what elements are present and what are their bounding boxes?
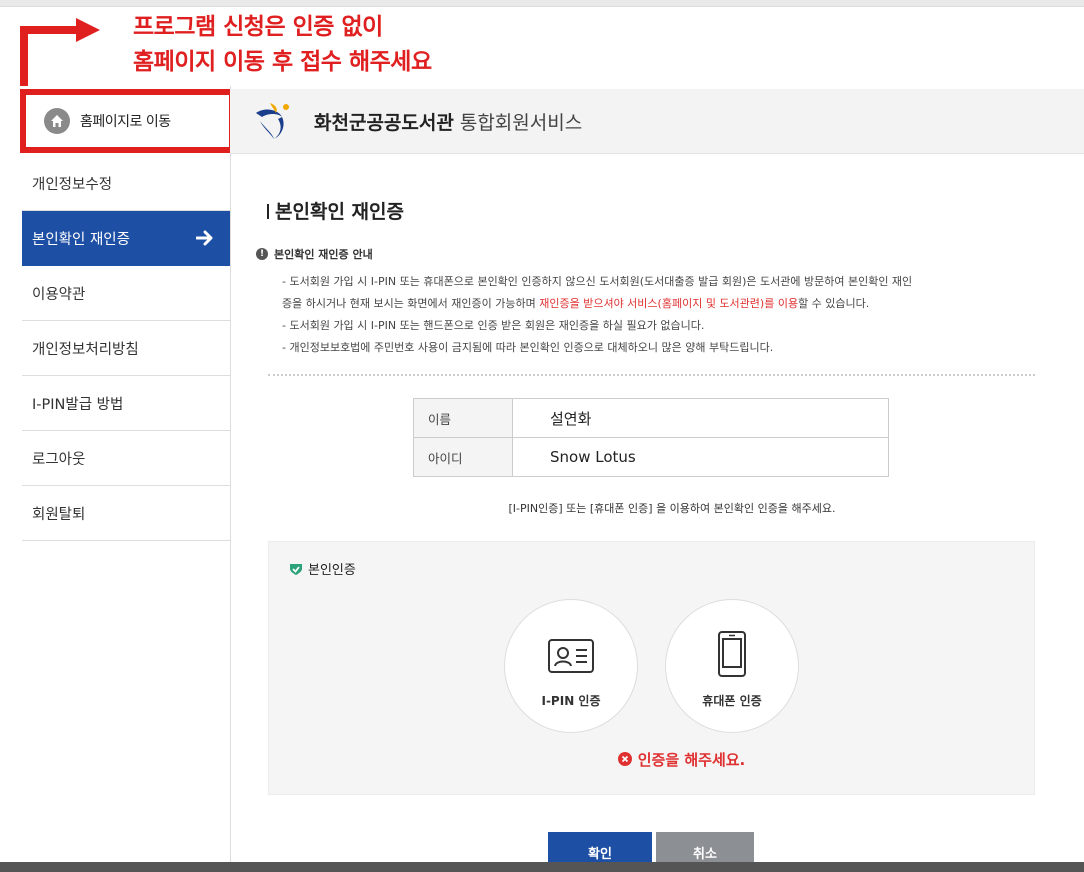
- site-header: 화천군공공도서관 통합회원서비스: [230, 89, 1084, 154]
- verification-title: 본인인증: [288, 559, 356, 578]
- name-label: 이름: [413, 398, 513, 438]
- error-icon: [617, 752, 632, 766]
- guide-title: ! 본인확인 재인증 안내: [256, 246, 373, 262]
- sidebar-item-logout[interactable]: 로그아웃: [22, 431, 230, 486]
- title-bar: [267, 204, 269, 219]
- main-content: 본인확인 재인증 ! 본인확인 재인증 안내 - 도서회원 가입 시 I-PIN…: [230, 153, 1084, 872]
- info-icon: !: [256, 248, 268, 260]
- phone-verify-button[interactable]: 휴대폰 인증: [665, 599, 799, 733]
- library-logo[interactable]: [252, 99, 296, 143]
- dotted-divider: [268, 374, 1035, 376]
- notice-line-1: 프로그램 신청은 인증 없이: [133, 14, 383, 40]
- service-name: 통합회원서비스: [459, 111, 583, 134]
- sidebar-item-label: I-PIN발급 방법: [32, 396, 124, 413]
- sidebar-item-label: 이용약관: [32, 286, 86, 303]
- guide-title-text: 본인확인 재인증 안내: [274, 248, 373, 261]
- annotation-notice: 프로그램 신청은 인증 없이 홈페이지 이동 후 접수 해주세요: [133, 10, 432, 80]
- sidebar-menu: 개인정보수정 본인확인 재인증 이용약관 개인정보처리방침 I-PIN발급 방법…: [22, 156, 230, 541]
- id-value: Snow Lotus: [512, 437, 889, 477]
- guide-line: 할 수 있습니다.: [798, 297, 870, 310]
- sidebar-item-label: 로그아웃: [32, 451, 86, 468]
- sidebar-item-profile-edit[interactable]: 개인정보수정: [22, 156, 230, 211]
- verification-error: 인증을 해주세요.: [269, 749, 1034, 770]
- guide-line: - 도서회원 가입 시 I-PIN 또는 휴대폰으로 본인확인 인증하지 않으신…: [282, 275, 913, 288]
- sidebar-item-privacy-policy[interactable]: 개인정보처리방침: [22, 321, 230, 376]
- verification-panel: 본인인증 I-PIN 인증 휴대폰 인증 인증을 해주세요.: [268, 541, 1035, 795]
- sidebar-item-terms[interactable]: 이용약관: [22, 266, 230, 321]
- window-bottom-bar: [0, 862, 1084, 872]
- sidebar-item-ipin-guide[interactable]: I-PIN발급 방법: [22, 376, 230, 431]
- red-arrow-annotation: [20, 18, 100, 92]
- id-card-icon: [548, 639, 594, 673]
- sidebar-item-reverification[interactable]: 본인확인 재인증: [22, 211, 230, 266]
- table-row: 아이디 Snow Lotus: [413, 437, 889, 477]
- page-title: 본인확인 재인증: [267, 197, 404, 224]
- sidebar-item-label: 개인정보수정: [32, 176, 113, 193]
- home-button-label: 홈페이지로 이동: [80, 114, 171, 130]
- verification-title-text: 본인인증: [308, 563, 356, 578]
- sidebar-item-label: 회원탈퇴: [32, 506, 86, 523]
- notice-line-2: 홈페이지 이동 후 접수 해주세요: [133, 49, 432, 75]
- sidebar-item-label: 개인정보처리방침: [32, 341, 139, 358]
- phone-label: 휴대폰 인증: [702, 694, 762, 708]
- verify-instruction: [I-PIN인증] 또는 [휴대폰 인증] 을 이용하여 본인확인 인증을 해주…: [508, 502, 836, 515]
- page-title-text: 본인확인 재인증: [275, 201, 404, 223]
- arrow-right-icon: [196, 230, 213, 246]
- home-button[interactable]: 홈페이지로 이동: [20, 89, 235, 153]
- home-icon: [44, 108, 70, 134]
- guide-line: 증을 하시거나 현재 보시는 화면에서 재인증이 가능하며: [282, 297, 540, 310]
- table-row: 이름 설연화: [413, 398, 889, 438]
- library-name: 화천군공공도서관: [314, 111, 454, 134]
- guide-highlight: 재인증을 받으셔야 서비스(홈페이지 및 도서관련)를 이용: [539, 297, 799, 310]
- mobile-phone-icon: [718, 631, 746, 677]
- ipin-verify-button[interactable]: I-PIN 인증: [504, 599, 638, 733]
- check-shield-icon: [290, 563, 302, 575]
- sidebar-item-label: 본인확인 재인증: [32, 231, 130, 248]
- guide-text: - 도서회원 가입 시 I-PIN 또는 휴대폰으로 본인확인 인증하지 않으신…: [282, 271, 1042, 359]
- id-label: 아이디: [413, 437, 513, 477]
- member-info-table: 이름 설연화 아이디 Snow Lotus: [413, 398, 889, 477]
- guide-line: - 도서회원 가입 시 I-PIN 또는 핸드폰으로 인증 받은 회원은 재인증…: [282, 319, 705, 332]
- guide-line: - 개인정보보호법에 주민번호 사용이 금지됨에 따라 본인확인 인증으로 대체…: [282, 341, 774, 354]
- ipin-label: I-PIN 인증: [541, 694, 601, 708]
- sidebar-item-withdraw[interactable]: 회원탈퇴: [22, 486, 230, 541]
- top-border: [0, 0, 1084, 7]
- name-value: 설연화: [512, 398, 889, 438]
- verification-error-text: 인증을 해주세요.: [637, 751, 746, 769]
